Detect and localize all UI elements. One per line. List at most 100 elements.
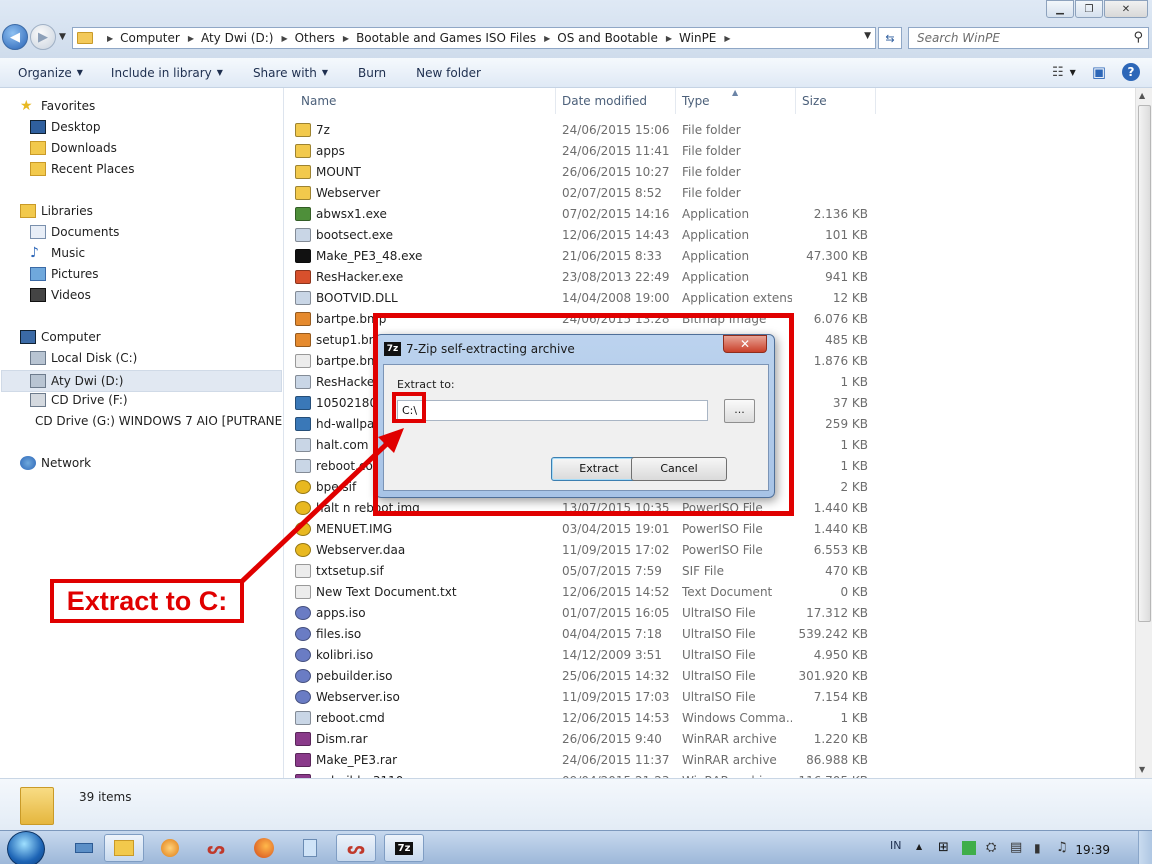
chevron-right-icon[interactable]: ▶ bbox=[343, 34, 349, 43]
nav-documents[interactable]: Documents bbox=[30, 225, 119, 239]
nav-cd-drive-g[interactable]: CD Drive (G:) WINDOWS 7 AIO [PUTRANETWOR… bbox=[30, 414, 282, 428]
chevron-right-icon[interactable]: ▶ bbox=[188, 34, 194, 43]
clock[interactable]: 19:39 bbox=[1075, 843, 1110, 857]
vertical-scrollbar[interactable]: ▲ ▼ bbox=[1135, 88, 1152, 778]
minimize-button[interactable]: ▁ bbox=[1046, 0, 1074, 18]
nav-downloads[interactable]: Downloads bbox=[30, 141, 117, 155]
nav-libraries[interactable]: Libraries bbox=[20, 204, 93, 218]
nav-cd-drive-f[interactable]: CD Drive (F:) bbox=[30, 393, 128, 407]
chevron-right-icon[interactable]: ▶ bbox=[281, 34, 287, 43]
file-row[interactable]: apps 24/06/2015 11:41 File folder bbox=[295, 140, 875, 161]
scroll-down-icon[interactable]: ▼ bbox=[1139, 765, 1145, 774]
extract-path-input[interactable]: C:\ bbox=[397, 400, 708, 421]
nav-pictures[interactable]: Pictures bbox=[30, 267, 99, 281]
file-row[interactable]: abwsx1.exe 07/02/2015 14:16 Application 2.1… bbox=[295, 203, 875, 224]
nav-recent-places[interactable]: Recent Places bbox=[30, 162, 134, 176]
breadcrumb-item-winpe[interactable]: WinPE bbox=[679, 31, 716, 45]
nav-favorites[interactable]: ★ Favorites bbox=[20, 99, 95, 113]
column-header-size[interactable]: Size bbox=[796, 88, 876, 114]
search-input[interactable]: Search WinPE ⚲ bbox=[908, 27, 1149, 49]
file-row[interactable]: Make_PE3.rar 24/06/2015 11:37 WinRAR archi… bbox=[295, 749, 875, 770]
taskbar-app-s[interactable]: ᔕ bbox=[196, 834, 236, 862]
view-options-icon[interactable]: ☷ bbox=[1052, 65, 1064, 80]
breadcrumb-item-os-bootable[interactable]: OS and Bootable bbox=[557, 31, 658, 45]
file-row[interactable]: pebuilder3110a.rar09/04/2015 21:23WinRAR… bbox=[295, 770, 875, 778]
start-button[interactable] bbox=[7, 831, 45, 864]
cancel-button[interactable]: Cancel bbox=[631, 457, 727, 481]
scroll-up-icon[interactable]: ▲ bbox=[1139, 91, 1145, 100]
column-header-date[interactable]: Date modified bbox=[556, 88, 676, 114]
restore-button[interactable]: ❐ bbox=[1075, 0, 1103, 18]
windows-tray-icon[interactable]: ⊞ bbox=[938, 840, 949, 855]
breadcrumb-item-others[interactable]: Others bbox=[295, 31, 335, 45]
file-row[interactable]: bartpe.bmp 24/06/2015 13:28 Bitmap Image 6.… bbox=[295, 308, 875, 329]
file-row[interactable]: reboot.cmd 12/06/2015 14:53 Windows Comma.… bbox=[295, 707, 875, 728]
view-options-dropdown[interactable]: ▼ bbox=[1070, 68, 1076, 77]
file-row[interactable]: Dism.rar 26/06/2015 9:40 WinRAR archive 1.2… bbox=[295, 728, 875, 749]
file-row[interactable]: halt n reboot.img 13/07/2015 10:35 PowerIS… bbox=[295, 497, 875, 518]
nav-network[interactable]: Network bbox=[20, 456, 91, 470]
chevron-right-icon[interactable]: ▶ bbox=[666, 34, 672, 43]
preview-pane-icon[interactable]: ▣ bbox=[1092, 63, 1106, 81]
nav-computer[interactable]: Computer bbox=[20, 330, 101, 344]
file-row[interactable]: BOOTVID.DLL 14/04/2008 19:00 Application e… bbox=[295, 287, 875, 308]
file-row[interactable]: Webserver 02/07/2015 8:52 File folder bbox=[295, 182, 875, 203]
nav-aty-dwi[interactable]: Aty Dwi (D:) bbox=[1, 370, 282, 392]
nav-music[interactable]: ♪ Music bbox=[30, 246, 85, 260]
organize-button[interactable]: Organize ▼ bbox=[18, 66, 83, 80]
new-folder-button[interactable]: New folder bbox=[416, 66, 481, 80]
taskbar-7zip[interactable]: 7z bbox=[384, 834, 424, 862]
chevron-right-icon[interactable]: ▶ bbox=[724, 34, 730, 43]
taskbar-notepad[interactable] bbox=[290, 834, 330, 862]
file-row[interactable]: ResHacker.exe 23/08/2013 22:49 Application… bbox=[295, 266, 875, 287]
chevron-right-icon[interactable]: ▶ bbox=[544, 34, 550, 43]
close-button[interactable]: ✕ bbox=[1104, 0, 1148, 18]
browse-button[interactable]: ... bbox=[724, 399, 755, 423]
burn-button[interactable]: Burn bbox=[358, 66, 386, 80]
show-hidden-icons[interactable]: ▲ bbox=[916, 842, 922, 851]
address-dropdown-icon[interactable]: ▼ bbox=[864, 31, 871, 41]
dialog-close-button[interactable]: ✕ bbox=[723, 335, 767, 353]
taskbar-media-player[interactable] bbox=[150, 834, 190, 862]
file-row[interactable]: MENUET.IMG 03/04/2015 19:01 PowerISO File 1… bbox=[295, 518, 875, 539]
taskbar-keyboard[interactable] bbox=[64, 834, 104, 862]
address-bar[interactable]: ▶ Computer ▶ Aty Dwi (D:) ▶ Others ▶ Boo… bbox=[72, 27, 876, 49]
refresh-button[interactable]: ⇆ bbox=[878, 27, 902, 49]
file-row[interactable]: Make_PE3_48.exe 21/06/2015 8:33 Applicatio… bbox=[295, 245, 875, 266]
back-button[interactable]: ◀ bbox=[2, 24, 28, 50]
scrollbar-thumb[interactable] bbox=[1138, 105, 1151, 622]
show-desktop-button[interactable] bbox=[1138, 831, 1152, 864]
taskbar-firefox[interactable] bbox=[244, 834, 284, 862]
green-tray-icon[interactable] bbox=[962, 841, 976, 855]
file-row[interactable]: txtsetup.sif 05/07/2015 7:59 SIF File 470 K… bbox=[295, 560, 875, 581]
taskbar-app-s-active[interactable]: ᔕ bbox=[336, 834, 376, 862]
file-row[interactable]: bootsect.exe 12/06/2015 14:43 Application 1… bbox=[295, 224, 875, 245]
file-row[interactable]: kolibri.iso 14/12/2009 3:51 UltraISO File 4… bbox=[295, 644, 875, 665]
file-row[interactable]: 7z 24/06/2015 15:06 File folder bbox=[295, 119, 875, 140]
taskbar-explorer[interactable] bbox=[104, 834, 144, 862]
share-with-button[interactable]: Share with ▼ bbox=[253, 66, 328, 80]
breadcrumb-item-computer[interactable]: Computer bbox=[120, 31, 180, 45]
network-tray-icon[interactable]: ▤ bbox=[1010, 840, 1022, 855]
language-indicator[interactable]: IN bbox=[890, 839, 901, 852]
forward-button[interactable]: ▶ bbox=[30, 24, 56, 50]
column-header-name[interactable]: Name bbox=[295, 88, 556, 114]
nav-videos[interactable]: Videos bbox=[30, 288, 91, 302]
help-icon[interactable]: ? bbox=[1122, 63, 1140, 81]
file-row[interactable]: Webserver.iso 11/09/2015 17:03 UltraISO Fi… bbox=[295, 686, 875, 707]
file-row[interactable]: New Text Document.txt 12/06/2015 14:52 Tex… bbox=[295, 581, 875, 602]
breadcrumb-item-iso-files[interactable]: Bootable and Games ISO Files bbox=[356, 31, 536, 45]
file-row[interactable]: pebuilder.iso 25/06/2015 14:32 UltraISO Fi… bbox=[295, 665, 875, 686]
file-row[interactable]: apps.iso 01/07/2015 16:05 UltraISO File 17.… bbox=[295, 602, 875, 623]
file-row[interactable]: MOUNT 26/06/2015 10:27 File folder bbox=[295, 161, 875, 182]
include-in-library-button[interactable]: Include in library ▼ bbox=[111, 66, 223, 80]
signal-tray-icon[interactable]: ▮ bbox=[1034, 841, 1041, 855]
recent-pages-dropdown[interactable]: ▼ bbox=[59, 32, 66, 42]
volume-tray-icon[interactable]: ♫ bbox=[1056, 840, 1068, 855]
breadcrumb-item-drive[interactable]: Aty Dwi (D:) bbox=[201, 31, 273, 45]
column-header-type[interactable]: Type bbox=[676, 88, 796, 114]
nav-local-disk[interactable]: Local Disk (C:) bbox=[30, 351, 137, 365]
file-row[interactable]: Webserver.daa 11/09/2015 17:02 PowerISO Fi… bbox=[295, 539, 875, 560]
nav-desktop[interactable]: Desktop bbox=[30, 120, 101, 134]
usb-tray-icon[interactable]: ⛭ bbox=[986, 840, 996, 855]
